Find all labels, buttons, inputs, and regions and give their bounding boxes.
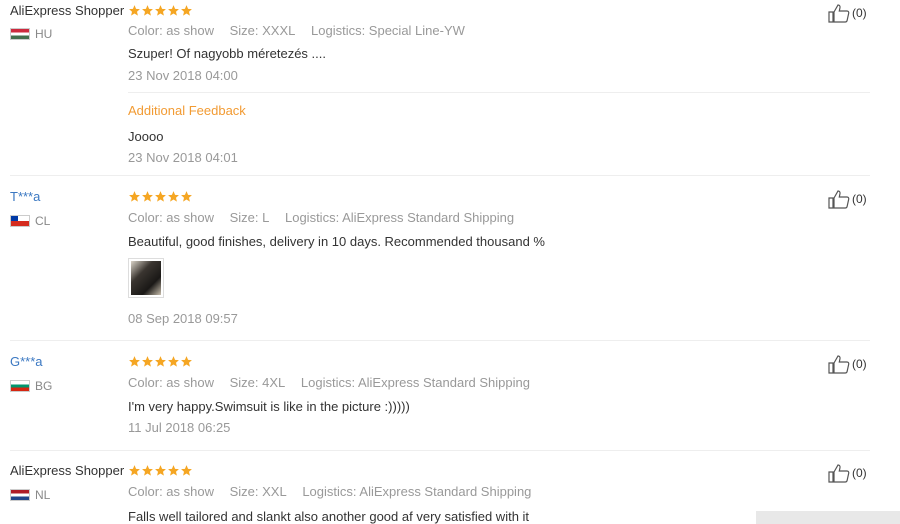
additional-feedback-label: Additional Feedback <box>128 103 246 118</box>
reviewer-country: HU <box>10 27 52 41</box>
star-icon <box>141 464 154 477</box>
star-icon <box>180 464 193 477</box>
star-icon <box>180 355 193 368</box>
star-icon <box>167 190 180 203</box>
reviewer-country: BG <box>10 379 52 393</box>
additional-feedback-text: Joooo <box>128 129 164 144</box>
star-icon <box>154 190 167 203</box>
review-divider <box>10 450 870 451</box>
review-text: I'm very happy.Swimsuit is like in the p… <box>128 399 410 414</box>
like-button[interactable]: (0) <box>828 189 867 209</box>
order-color: Color: as show <box>128 484 214 499</box>
review-text: Falls well tailored and slankt also anot… <box>128 509 530 524</box>
star-icon <box>128 464 141 477</box>
star-rating <box>128 355 193 368</box>
reviewer-name: AliExpress Shopper <box>10 3 125 18</box>
order-color: Color: as show <box>128 375 214 390</box>
review-text: Beautiful, good finishes, delivery in 10… <box>128 234 545 249</box>
order-info: Color: as show Size: XXL Logistics: AliE… <box>128 484 543 499</box>
star-icon <box>154 464 167 477</box>
review-divider <box>10 340 870 341</box>
thumbs-up-icon <box>828 4 850 23</box>
order-color: Color: as show <box>128 23 214 38</box>
review-date: 08 Sep 2018 09:57 <box>128 311 238 326</box>
review-divider <box>10 175 870 176</box>
reviewer-country: NL <box>10 488 50 502</box>
divider <box>128 92 870 93</box>
star-icon <box>167 4 180 17</box>
like-count: (0) <box>852 192 867 206</box>
reviewer-name: AliExpress Shopper <box>10 463 125 478</box>
order-color: Color: as show <box>128 210 214 225</box>
star-rating <box>128 4 193 17</box>
additional-feedback-date: 23 Nov 2018 04:01 <box>128 150 238 165</box>
star-icon <box>154 355 167 368</box>
flag-cl-icon <box>10 215 30 227</box>
reviewer-name[interactable]: G***a <box>10 354 43 369</box>
order-logistics: Logistics: AliExpress Standard Shipping <box>302 484 532 499</box>
reviewer-name[interactable]: T***a <box>10 189 40 204</box>
thumbs-up-icon <box>828 355 850 374</box>
review-text: Szuper! Of nagyobb méretezés .... <box>128 46 326 61</box>
review-date: 11 Jul 2018 06:25 <box>128 420 231 435</box>
photo-image <box>131 261 161 295</box>
like-button[interactable]: (0) <box>828 354 867 374</box>
star-icon <box>180 4 193 17</box>
star-icon <box>128 355 141 368</box>
like-count: (0) <box>852 357 867 371</box>
order-size: Size: XXXL <box>229 23 296 38</box>
flag-bg-icon <box>10 380 30 392</box>
star-rating <box>128 190 193 203</box>
star-icon <box>141 355 154 368</box>
review-date: 23 Nov 2018 04:00 <box>128 68 238 83</box>
order-logistics: Logistics: AliExpress Standard Shipping <box>300 375 530 390</box>
order-logistics: Logistics: AliExpress Standard Shipping <box>284 210 515 225</box>
flag-hu-icon <box>10 28 30 40</box>
star-icon <box>154 4 167 17</box>
like-count: (0) <box>852 466 867 480</box>
star-icon <box>167 464 180 477</box>
order-info: Color: as show Size: XXXL Logistics: Spe… <box>128 23 477 38</box>
order-info: Color: as show Size: 4XL Logistics: AliE… <box>128 375 542 390</box>
order-size: Size: XXL <box>229 484 287 499</box>
star-icon <box>141 4 154 17</box>
star-icon <box>180 190 193 203</box>
thumbs-up-icon <box>828 190 850 209</box>
star-icon <box>128 4 141 17</box>
star-icon <box>167 355 180 368</box>
star-rating <box>128 464 193 477</box>
thumbs-up-icon <box>828 464 850 483</box>
order-logistics: Logistics: Special Line-YW <box>311 23 465 38</box>
flag-nl-icon <box>10 489 30 501</box>
order-size: Size: 4XL <box>229 375 286 390</box>
order-info: Color: as show Size: L Logistics: AliExp… <box>128 210 526 225</box>
like-button[interactable]: (0) <box>828 463 867 483</box>
horizontal-scrollbar[interactable] <box>756 511 900 524</box>
review-photo-thumbnail[interactable] <box>128 258 164 298</box>
like-button[interactable]: (0) <box>828 3 867 23</box>
order-size: Size: L <box>229 210 270 225</box>
like-count: (0) <box>852 6 867 20</box>
star-icon <box>128 190 141 203</box>
reviewer-country: CL <box>10 214 50 228</box>
star-icon <box>141 190 154 203</box>
